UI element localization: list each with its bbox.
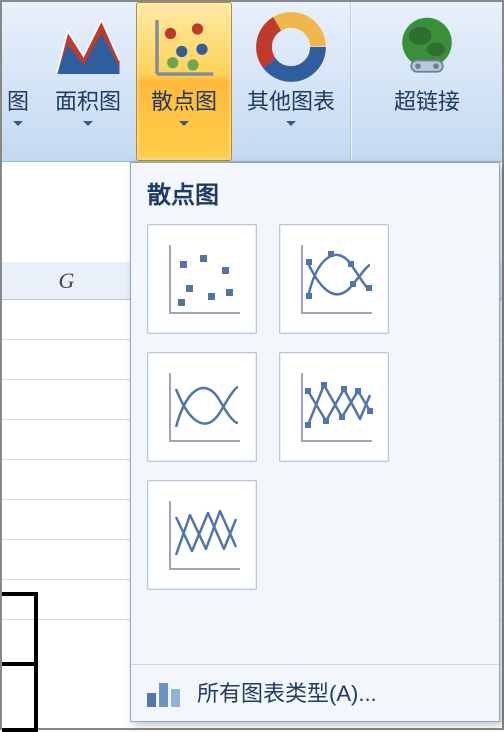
scatter-chart-button[interactable]: 散点图	[136, 2, 232, 161]
hyperlink-button[interactable]: 超链接	[352, 2, 502, 161]
scatter-markers-only[interactable]	[147, 224, 257, 334]
dropdown-title: 散点图	[131, 163, 499, 220]
chart-label: 图	[7, 89, 29, 115]
chart-partial-button[interactable]: 图	[2, 2, 40, 161]
area-chart-icon	[52, 11, 124, 83]
scatter-chart-label: 散点图	[151, 89, 217, 115]
hyperlink-label: 超链接	[394, 89, 460, 115]
gallery	[131, 220, 499, 664]
column-header[interactable]: G	[2, 262, 132, 299]
scatter-dropdown-gallery: 散点图	[130, 162, 500, 722]
area-chart-label: 面积图	[55, 89, 121, 115]
all-chart-types-label: 所有图表类型(A)...	[197, 676, 377, 708]
area-chart-button[interactable]: 面积图	[40, 2, 136, 161]
other-charts-icon	[255, 11, 327, 83]
chevron-down-icon	[13, 121, 23, 126]
chevron-down-icon	[179, 121, 189, 126]
other-charts-label: 其他图表	[247, 89, 335, 115]
ribbon: 图 面积图 散点图	[2, 2, 502, 162]
chevron-down-icon	[83, 121, 93, 126]
cell-border-thick	[2, 592, 38, 732]
scatter-smooth-lines-markers[interactable]	[279, 224, 389, 334]
chevron-down-icon	[286, 121, 296, 126]
scatter-chart-icon	[148, 11, 220, 83]
scatter-straight-lines-markers[interactable]	[279, 352, 389, 462]
hyperlink-icon	[391, 11, 463, 83]
bar-chart-icon	[145, 675, 185, 709]
all-chart-types-button[interactable]: 所有图表类型(A)...	[131, 664, 499, 721]
other-charts-button[interactable]: 其他图表	[232, 2, 350, 161]
scatter-smooth-lines[interactable]	[147, 352, 257, 462]
scatter-straight-lines[interactable]	[147, 480, 257, 590]
